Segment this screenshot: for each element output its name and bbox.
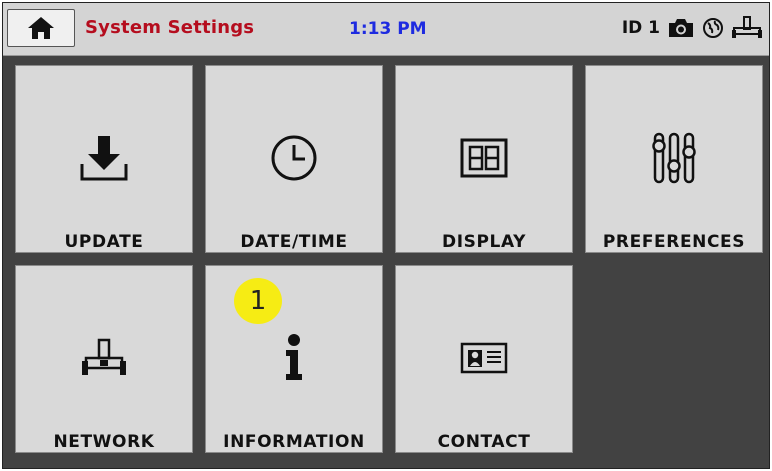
contact-card-icon: [396, 318, 572, 398]
settings-screen: System Settings 1:13 PM ID 1 UPDATE DATE…: [2, 2, 770, 469]
network-icon: [731, 15, 763, 41]
tile-label: INFORMATION: [223, 432, 365, 452]
home-button[interactable]: [7, 9, 75, 47]
page-title: System Settings: [85, 17, 255, 38]
tile-label: UPDATE: [64, 232, 144, 252]
tile-preferences[interactable]: PREFERENCES: [585, 65, 763, 253]
clock-icon: [206, 118, 382, 198]
tile-information[interactable]: INFORMATION: [205, 265, 383, 453]
download-icon: [16, 118, 192, 198]
callout-marker: 1: [234, 278, 282, 324]
tile-network[interactable]: NETWORK: [15, 265, 193, 453]
tile-label: NETWORK: [53, 432, 155, 452]
tile-date-time[interactable]: DATE/TIME: [205, 65, 383, 253]
network-icon: [16, 318, 192, 398]
camera-icon: [667, 17, 695, 39]
info-icon: [206, 318, 382, 398]
tile-update[interactable]: UPDATE: [15, 65, 193, 253]
tile-label: PREFERENCES: [602, 232, 746, 252]
clock-time: 1:13 PM: [349, 19, 427, 39]
tile-contact[interactable]: CONTACT: [395, 265, 573, 453]
device-id: ID 1: [621, 18, 660, 38]
tile-label: CONTACT: [437, 432, 531, 452]
header-bar: System Settings 1:13 PM ID 1: [3, 3, 769, 56]
display-icon: [396, 118, 572, 198]
tile-label: DATE/TIME: [240, 232, 348, 252]
status-area: ID 1: [622, 13, 763, 43]
home-icon: [26, 15, 56, 41]
tile-display[interactable]: DISPLAY: [395, 65, 573, 253]
sliders-icon: [586, 118, 762, 198]
tile-label: DISPLAY: [441, 232, 526, 252]
globe-icon: [702, 17, 724, 39]
